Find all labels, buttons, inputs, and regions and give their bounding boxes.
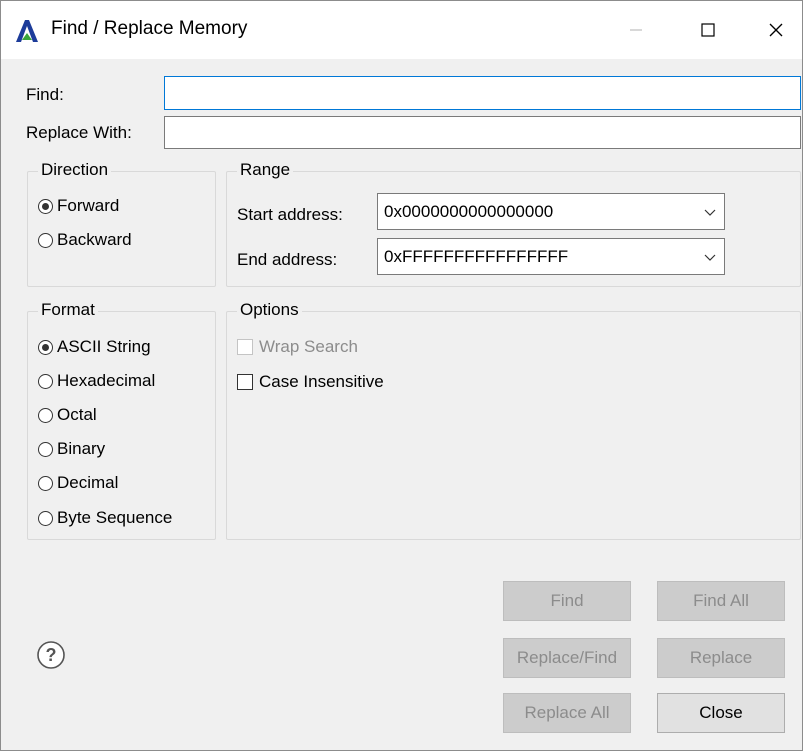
radio-unselected-icon bbox=[38, 475, 53, 491]
find-all-button[interactable]: Find All bbox=[657, 581, 785, 621]
close-button[interactable]: Close bbox=[657, 693, 785, 733]
checkbox-unchecked-icon bbox=[237, 339, 253, 355]
close-icon bbox=[769, 23, 783, 37]
minimize-icon bbox=[630, 29, 642, 31]
format-decimal-radio[interactable]: Decimal bbox=[38, 473, 118, 493]
start-address-combo[interactable]: 0x0000000000000000 bbox=[377, 193, 725, 230]
replace-find-button[interactable]: Replace/Find bbox=[503, 638, 631, 678]
direction-legend: Direction bbox=[38, 160, 112, 180]
radio-selected-icon bbox=[38, 198, 53, 214]
format-legend: Format bbox=[38, 300, 98, 320]
help-icon[interactable]: ? bbox=[36, 640, 66, 670]
format-hexadecimal-radio[interactable]: Hexadecimal bbox=[38, 371, 155, 391]
format-decimal-label: Decimal bbox=[57, 473, 119, 492]
direction-forward-radio[interactable]: Forward bbox=[38, 196, 119, 216]
find-label: Find: bbox=[26, 85, 64, 104]
find-button[interactable]: Find bbox=[503, 581, 631, 621]
radio-unselected-icon bbox=[38, 232, 53, 248]
replace-with-label: Replace With: bbox=[26, 123, 132, 142]
window-title: Find / Replace Memory bbox=[51, 18, 248, 39]
radio-selected-icon bbox=[38, 339, 53, 355]
format-binary-radio[interactable]: Binary bbox=[38, 439, 105, 459]
direction-backward-radio[interactable]: Backward bbox=[38, 230, 132, 250]
svg-text:?: ? bbox=[46, 645, 57, 665]
end-address-value: 0xFFFFFFFFFFFFFFFF bbox=[384, 247, 569, 266]
direction-forward-label: Forward bbox=[57, 196, 120, 215]
find-replace-memory-dialog: Find / Replace Memory Find: Replace With… bbox=[0, 0, 803, 751]
wrap-search-label: Wrap Search bbox=[259, 337, 358, 356]
case-insensitive-label: Case Insensitive bbox=[259, 372, 384, 391]
format-octal-label: Octal bbox=[57, 405, 97, 424]
checkbox-unchecked-icon bbox=[237, 374, 253, 390]
start-address-value: 0x0000000000000000 bbox=[384, 202, 554, 221]
close-window-button[interactable] bbox=[754, 9, 798, 51]
maximize-icon bbox=[701, 23, 715, 37]
maximize-button[interactable] bbox=[686, 9, 730, 51]
replace-button[interactable]: Replace bbox=[657, 638, 785, 678]
format-group: Format ASCII String Hexadecimal Octal Bi… bbox=[27, 300, 216, 540]
app-logo-icon bbox=[16, 20, 38, 42]
end-address-label: End address: bbox=[237, 250, 338, 269]
direction-backward-label: Backward bbox=[57, 230, 132, 249]
format-ascii-string-radio[interactable]: ASCII String bbox=[38, 337, 151, 357]
start-address-label: Start address: bbox=[237, 205, 343, 224]
find-input[interactable] bbox=[164, 76, 801, 110]
minimize-button[interactable] bbox=[614, 9, 658, 51]
options-legend: Options bbox=[237, 300, 302, 320]
chevron-down-icon bbox=[704, 209, 716, 216]
range-legend: Range bbox=[237, 160, 294, 180]
format-binary-label: Binary bbox=[57, 439, 106, 458]
title-bar: Find / Replace Memory bbox=[1, 1, 802, 59]
radio-unselected-icon bbox=[38, 510, 53, 526]
end-address-combo[interactable]: 0xFFFFFFFFFFFFFFFF bbox=[377, 238, 725, 275]
format-hexadecimal-label: Hexadecimal bbox=[57, 371, 156, 390]
replace-with-input[interactable] bbox=[164, 116, 801, 149]
direction-group: Direction Forward Backward bbox=[27, 160, 216, 287]
radio-unselected-icon bbox=[38, 441, 53, 457]
radio-unselected-icon bbox=[38, 373, 53, 389]
range-group: Range Start address: 0x0000000000000000 … bbox=[226, 160, 801, 287]
radio-unselected-icon bbox=[38, 407, 53, 423]
options-group: Options Wrap Search Case Insensitive bbox=[226, 300, 801, 540]
chevron-down-icon bbox=[704, 254, 716, 261]
format-byte-sequence-label: Byte Sequence bbox=[57, 508, 173, 527]
replace-all-button[interactable]: Replace All bbox=[503, 693, 631, 733]
case-insensitive-checkbox[interactable]: Case Insensitive bbox=[237, 372, 384, 392]
wrap-search-checkbox[interactable]: Wrap Search bbox=[237, 337, 358, 357]
format-ascii-string-label: ASCII String bbox=[57, 337, 151, 356]
format-octal-radio[interactable]: Octal bbox=[38, 405, 97, 425]
format-byte-sequence-radio[interactable]: Byte Sequence bbox=[38, 508, 172, 528]
